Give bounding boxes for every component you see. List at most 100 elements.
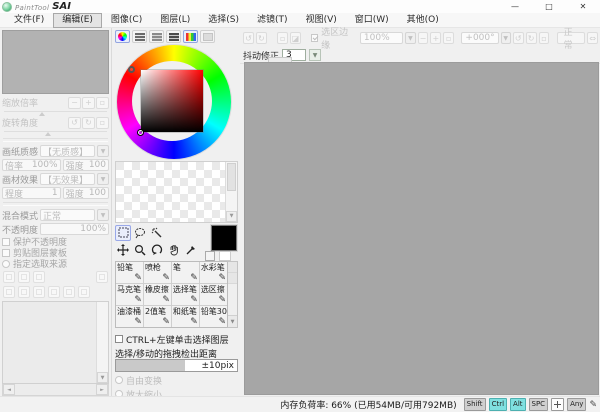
- hsv-slider-toggle[interactable]: [149, 30, 164, 43]
- reset-view-button[interactable]: 正常: [557, 32, 586, 44]
- menu-edit[interactable]: 编辑(E): [53, 13, 102, 28]
- layers-horizontal-scrollbar[interactable]: ◄ ►: [2, 384, 109, 396]
- swatches-grid[interactable]: [116, 162, 225, 221]
- redo-button[interactable]: ↻: [256, 32, 267, 44]
- layers-list-body[interactable]: [3, 302, 96, 383]
- dropdown-arrow-icon[interactable]: ▼: [97, 173, 109, 185]
- menu-image[interactable]: 图像(C): [102, 13, 151, 28]
- zoom-reset-button[interactable]: ▫: [443, 32, 454, 44]
- magic-wand-tool[interactable]: [149, 225, 165, 241]
- texture-strength-slider[interactable]: 强度 100: [63, 159, 109, 171]
- scroll-left-icon[interactable]: ◄: [3, 384, 15, 395]
- empty-tool-slot[interactable]: [183, 225, 199, 241]
- drag-detect-slider[interactable]: ±10pix: [115, 359, 238, 372]
- maximize-button[interactable]: □: [532, 0, 566, 13]
- selection-edge-row[interactable]: 选区边缘: [311, 25, 349, 51]
- brush-eraser[interactable]: 橡皮擦✎: [144, 284, 171, 305]
- hand-tool[interactable]: [166, 242, 182, 258]
- rotate-canvas-tool[interactable]: [149, 242, 165, 258]
- zoom-level-select[interactable]: 100%: [360, 32, 404, 44]
- brush-paper-pen[interactable]: 和纸笔✎: [172, 306, 199, 327]
- layers-list[interactable]: ▼: [2, 301, 109, 384]
- free-transform-row[interactable]: 自由变换: [115, 374, 238, 386]
- swatches-scrollbar[interactable]: ▼: [225, 162, 237, 221]
- transfer-down-button[interactable]: [3, 286, 15, 298]
- clipping-mask-checkbox[interactable]: [2, 249, 10, 257]
- brush-binary-pen[interactable]: 2值笔✎: [144, 306, 171, 327]
- opacity-slider[interactable]: 100%: [40, 223, 109, 235]
- free-transform-radio[interactable]: [115, 376, 123, 384]
- delete-layer-button[interactable]: [48, 286, 60, 298]
- ctrl-select-layer-row[interactable]: CTRL+左键单击选择图层: [115, 333, 238, 345]
- transparent-color-swatch[interactable]: [205, 251, 215, 261]
- color-mixer-toggle[interactable]: [166, 30, 181, 43]
- rotate-reset-button[interactable]: ▫: [539, 32, 550, 44]
- rotate-cw-button[interactable]: ↻: [82, 117, 95, 129]
- zoom-tool[interactable]: [132, 242, 148, 258]
- eyedropper-tool[interactable]: [183, 242, 199, 258]
- menu-layer[interactable]: 图层(L): [151, 13, 199, 28]
- scrollbar-track[interactable]: [15, 384, 96, 395]
- flip-horizontal-button[interactable]: ⇔: [587, 32, 598, 44]
- zoom-out-button[interactable]: −: [68, 97, 81, 109]
- clear-layer-button[interactable]: [33, 286, 45, 298]
- background-color-swatch[interactable]: [219, 251, 231, 261]
- new-layer-set-button[interactable]: [33, 271, 45, 283]
- rotate-reset-button[interactable]: ▫: [96, 117, 109, 129]
- minimize-button[interactable]: —: [498, 0, 532, 13]
- dropdown-arrow-icon[interactable]: ▼: [97, 145, 109, 157]
- deselect-button[interactable]: ▫: [277, 32, 288, 44]
- selection-source-radio[interactable]: [2, 260, 10, 268]
- move-tool[interactable]: [115, 242, 131, 258]
- invert-selection-button[interactable]: ◪: [290, 32, 301, 44]
- protect-opacity-checkbox[interactable]: [2, 238, 10, 246]
- effect-degree-slider[interactable]: 程度 1: [2, 187, 61, 199]
- effect-strength-slider[interactable]: 强度 100: [63, 187, 109, 199]
- scroll-down-icon[interactable]: ▼: [226, 211, 237, 222]
- copy-layer-button[interactable]: [63, 286, 75, 298]
- brush-size-toggle-2[interactable]: [228, 273, 237, 284]
- undo-button[interactable]: ↺: [243, 32, 254, 44]
- menu-window[interactable]: 窗口(W): [346, 13, 398, 28]
- brush-airbrush[interactable]: 喷枪✎: [144, 262, 171, 283]
- brush-watercolor[interactable]: 水彩笔✎: [200, 262, 227, 283]
- brush-select-pen[interactable]: 选择笔✎: [172, 284, 199, 305]
- brush-pencil30[interactable]: 铅笔30✎: [200, 306, 227, 327]
- paste-layer-button[interactable]: [78, 286, 90, 298]
- dropdown-arrow-icon[interactable]: ▼: [405, 32, 415, 44]
- scratchpad-toggle[interactable]: [200, 30, 215, 43]
- paper-texture-select[interactable]: 【无质感】: [40, 145, 95, 157]
- scroll-right-icon[interactable]: ►: [96, 384, 108, 395]
- slider-marker[interactable]: [45, 132, 51, 136]
- foreground-color-swatch[interactable]: [211, 225, 237, 251]
- selection-source-row[interactable]: 指定选取来源: [2, 258, 109, 269]
- zoom-in-button[interactable]: +: [430, 32, 441, 44]
- swatches-toggle[interactable]: [183, 30, 198, 43]
- new-linework-layer-button[interactable]: [18, 271, 30, 283]
- new-layer-button[interactable]: [3, 271, 15, 283]
- menu-filter[interactable]: 滤镜(T): [248, 13, 297, 28]
- brush-size-toggle-1[interactable]: [228, 262, 237, 273]
- merge-down-button[interactable]: [18, 286, 30, 298]
- paper-effect-select[interactable]: 【无效果】: [40, 173, 95, 185]
- navigator-preview[interactable]: [2, 30, 109, 94]
- empty-tool-slot[interactable]: [166, 225, 182, 241]
- canvas-area[interactable]: [244, 62, 599, 395]
- dropdown-arrow-icon[interactable]: ▼: [97, 209, 109, 221]
- texture-scale-slider[interactable]: 倍率 100%: [2, 159, 61, 171]
- brush-pen[interactable]: 笔✎: [172, 262, 199, 283]
- menu-select[interactable]: 选择(S): [199, 13, 248, 28]
- scroll-down-icon[interactable]: ▼: [97, 372, 108, 383]
- ctrl-select-layer-checkbox[interactable]: [115, 335, 123, 343]
- menu-file[interactable]: 文件(F): [5, 13, 53, 28]
- selection-edge-checkbox[interactable]: [311, 34, 318, 42]
- brush-select-eraser[interactable]: 选区擦✎: [200, 284, 227, 305]
- brush-marker[interactable]: 马克笔✎: [116, 284, 143, 305]
- rgb-slider-toggle[interactable]: [132, 30, 147, 43]
- close-button[interactable]: ✕: [566, 0, 600, 13]
- blend-mode-select[interactable]: 正常: [40, 209, 95, 221]
- slider-marker[interactable]: [39, 112, 45, 116]
- rotate-ccw-button[interactable]: ↺: [68, 117, 81, 129]
- zoom-out-button[interactable]: −: [418, 32, 429, 44]
- brush-bucket[interactable]: 油漆桶✎: [116, 306, 143, 327]
